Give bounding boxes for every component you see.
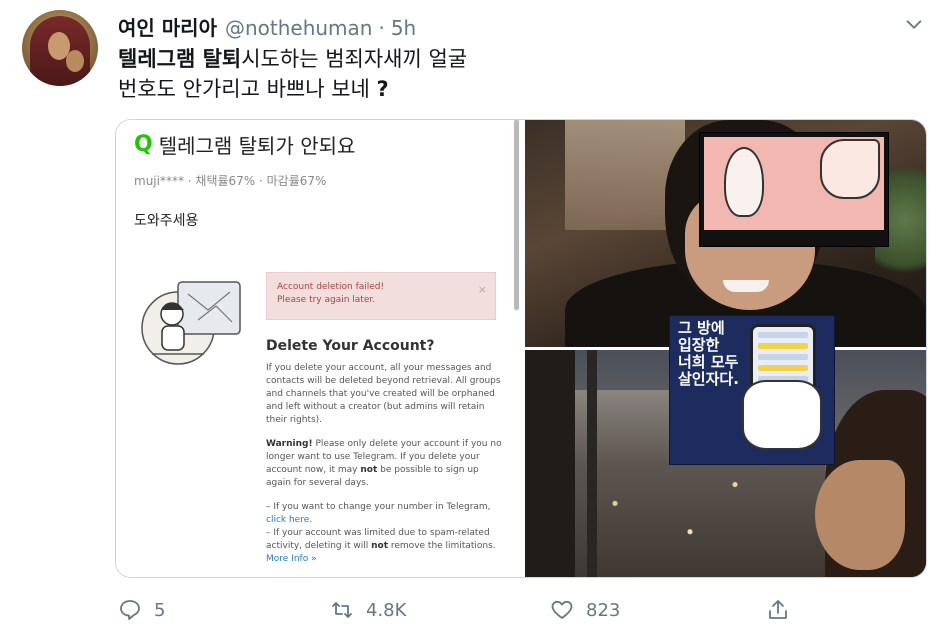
like-icon: [551, 600, 573, 619]
media-image-photo-top[interactable]: [525, 120, 926, 347]
phone-row: [758, 332, 808, 338]
tweet-time[interactable]: 5h: [391, 16, 416, 40]
alert-line2: Please try again later.: [277, 295, 376, 305]
window-frame: [525, 350, 575, 577]
chevron-down-icon[interactable]: [903, 14, 925, 36]
delete-paragraph-4: – If your account was limited due to spa…: [266, 527, 502, 553]
click-here-link: click here: [266, 515, 310, 525]
overlay-cartoon-image: [699, 132, 889, 247]
warning-label: Warning!: [266, 439, 313, 449]
telegram-illustration-icon: [141, 281, 241, 365]
cartoon-figure: [724, 147, 764, 217]
share-button[interactable]: [766, 596, 802, 624]
question-body: 도와주세용: [134, 213, 199, 229]
avatar-child: [66, 50, 84, 72]
delete-p3a: – If you want to change your number in T…: [266, 502, 491, 512]
separator-dot: ·: [378, 16, 385, 40]
question-title-text: 텔레그램 탈퇴가 안되요: [158, 134, 356, 158]
tweet-header: 여인 마리아 @nothehuman · 5h: [118, 12, 416, 41]
question-title: Q 텔레그램 탈퇴가 안되요: [134, 130, 355, 159]
q-mark-icon: Q: [134, 132, 153, 157]
poster-line-2: 입장한: [678, 336, 720, 354]
reply-button[interactable]: 5: [118, 596, 165, 624]
close-icon: ×: [477, 283, 487, 296]
poster-hand: [742, 380, 822, 450]
delete-paragraph-3: – If you want to change your number in T…: [266, 501, 502, 527]
media-image-telegram-screenshot[interactable]: Q 텔레그램 탈퇴가 안되요 muji**** · 채택률67% · 마감률67…: [116, 120, 522, 577]
error-alert: Account deletion failed! Please try agai…: [266, 272, 496, 320]
tweet-text-line1: 시도하는 범죄자새끼 얼굴: [241, 47, 468, 71]
photo-person-smile: [723, 280, 769, 292]
retweet-count: 4.8K: [366, 599, 407, 621]
poster-line-1: 그 방에: [678, 319, 725, 337]
avatar[interactable]: [22, 10, 98, 86]
share-icon: [769, 600, 787, 619]
tweet-text: 텔레그램 탈퇴시도하는 범죄자새끼 얼굴 번호도 안가리고 바쁘나 보네 ?: [118, 44, 898, 104]
photo-person-face: [815, 460, 905, 570]
reply-icon: [120, 600, 140, 620]
phone-row: [758, 365, 808, 371]
retweet-button[interactable]: 4.8K: [330, 596, 406, 624]
retweet-icon: [332, 602, 352, 618]
poster-line-3: 너희 모두: [678, 353, 739, 371]
like-button[interactable]: 823: [550, 596, 620, 624]
author-handle[interactable]: @nothehuman: [225, 16, 373, 40]
phone-row: [758, 343, 808, 349]
phone-row: [758, 354, 808, 360]
poster-line-4: 살인자다.: [678, 370, 739, 388]
media-grid[interactable]: Q 텔레그램 탈퇴가 안되요 muji**** · 채택률67% · 마감률67…: [115, 119, 927, 578]
delete-p4-not: not: [371, 541, 389, 551]
delete-p3b: .: [309, 515, 313, 525]
delete-p4b: remove the limitations.: [388, 541, 496, 551]
window-frame-bar: [587, 350, 597, 577]
more-info-link: More Info »: [266, 554, 317, 564]
tweet-text-line2: 번호도 안가리고 바쁘나 보네: [118, 77, 377, 101]
delete-p2-not: not: [360, 465, 378, 475]
cartoon-hand: [820, 139, 880, 199]
like-count: 823: [586, 599, 621, 621]
author-name[interactable]: 여인 마리아: [118, 12, 217, 41]
tweet-text-bold: 텔레그램 탈퇴: [118, 47, 242, 71]
delete-paragraph-2: Warning! Please only delete your account…: [266, 438, 502, 490]
cartoon-subtitle: [704, 232, 884, 244]
tweet-text-question: ?: [376, 77, 389, 101]
delete-title: Delete Your Account?: [266, 338, 435, 354]
delete-text: If you delete your account, all your mes…: [266, 362, 502, 566]
question-meta: muji**** · 채택률67% · 마감률67%: [134, 174, 327, 188]
alert-line1: Account deletion failed!: [277, 282, 385, 292]
overlay-poster-image: 그 방에 입장한 너희 모두 살인자다.: [669, 315, 835, 465]
poster-headline: 그 방에 입장한 너희 모두 살인자다.: [678, 320, 739, 388]
scrollbar: [514, 120, 519, 310]
reply-count: 5: [154, 599, 166, 621]
cartoon-background: [704, 137, 884, 230]
delete-paragraph-1: If you delete your account, all your mes…: [266, 363, 501, 425]
